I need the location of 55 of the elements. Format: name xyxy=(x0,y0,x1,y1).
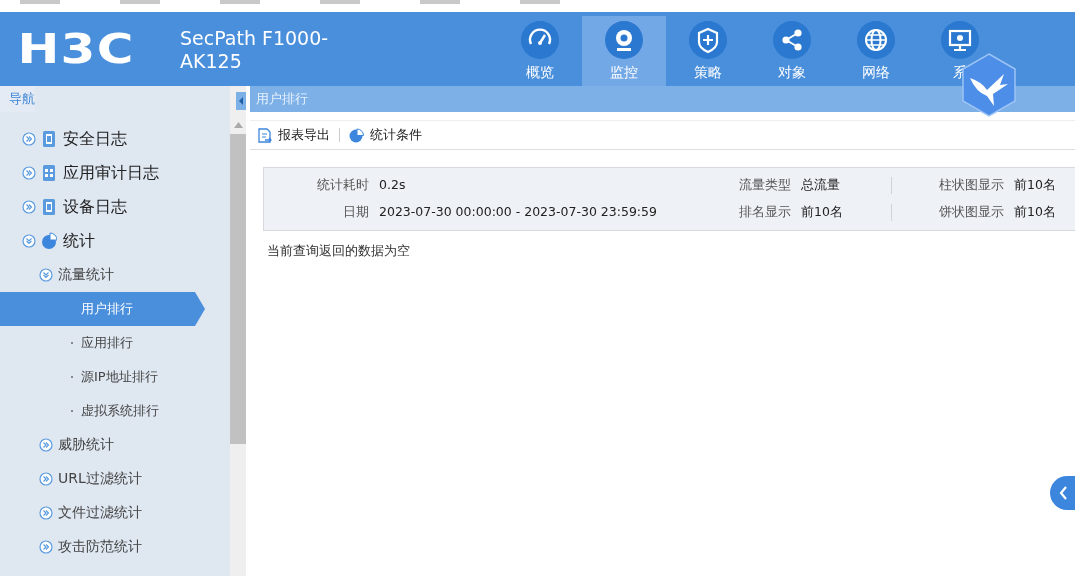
field-value: 2023-07-30 00:00:00 - 2023-07-30 23:59:59 xyxy=(379,204,658,221)
scrollbar-thumb[interactable] xyxy=(230,134,246,444)
field-value: 前10名 xyxy=(1014,204,1057,221)
collapse-sidebar-icon[interactable] xyxy=(236,92,246,110)
expand-right-icon xyxy=(39,472,53,486)
monitor-gear-icon xyxy=(941,21,979,59)
scroll-up-icon[interactable] xyxy=(233,122,243,128)
nav-item[interactable]: 源IP地址排行 xyxy=(0,360,230,394)
nav-item[interactable]: 威胁统计 xyxy=(0,428,230,462)
field-label: 日期 xyxy=(342,204,369,221)
breadcrumb: 用户排行 xyxy=(250,86,1075,112)
field-value: 0.2s xyxy=(379,177,407,194)
field-label: 饼状图显示 xyxy=(891,204,1004,221)
share-nodes-icon xyxy=(773,21,811,59)
nav-item[interactable]: 虚拟系统排行 xyxy=(0,394,230,428)
globe-icon xyxy=(857,21,895,59)
document-icon xyxy=(41,198,57,216)
toolbar-button[interactable]: 统计条件 xyxy=(347,126,424,144)
shield-plus-icon xyxy=(689,21,727,59)
field-value: 总流量 xyxy=(801,177,841,194)
field-label: 排名显示 xyxy=(739,204,791,221)
document-icon xyxy=(41,164,57,182)
expand-right-icon xyxy=(39,438,53,452)
nav-item[interactable]: 应用审计日志 xyxy=(0,156,230,190)
pie-chart-icon xyxy=(349,127,364,143)
expand-right-icon xyxy=(22,166,36,180)
nav-title: 导航 xyxy=(0,86,35,112)
expand-down-icon xyxy=(22,234,36,248)
field-label: 统计耗时 xyxy=(316,177,369,194)
expand-down-icon xyxy=(39,268,53,282)
export-document-icon xyxy=(257,127,272,143)
expand-panel-button[interactable] xyxy=(1050,476,1075,510)
nav-item[interactable]: 流量统计 xyxy=(0,258,230,292)
document-icon xyxy=(41,130,57,148)
nav-item[interactable]: 统计 xyxy=(0,224,230,258)
nav-item[interactable]: 设备日志 xyxy=(0,190,230,224)
webcam-icon xyxy=(605,21,643,59)
field-value: 前10名 xyxy=(801,204,844,221)
expand-right-icon xyxy=(39,506,53,520)
field-value: 前10名 xyxy=(1014,177,1057,194)
expand-right-icon xyxy=(22,132,36,146)
product-name: SecPath F1000-AK125 xyxy=(180,26,330,73)
field-label: 流量类型 xyxy=(739,177,791,194)
empty-message: 当前查询返回的数据为空 xyxy=(267,243,410,260)
expand-right-icon xyxy=(39,540,53,554)
toolbar-button[interactable]: 报表导出 xyxy=(255,126,332,144)
nav-item[interactable]: 文件过滤统计 xyxy=(0,496,230,530)
nav-item[interactable]: URL过滤统计 xyxy=(0,462,230,496)
gauge-icon xyxy=(521,21,559,59)
expand-right-icon xyxy=(22,200,36,214)
nav-item[interactable]: 安全日志 xyxy=(0,122,230,156)
nav-item[interactable]: 攻击防范统计 xyxy=(0,530,230,564)
pie-chart-icon xyxy=(41,232,57,250)
field-label: 柱状图显示 xyxy=(891,177,1004,194)
nav-item[interactable]: 应用排行 xyxy=(0,326,230,360)
